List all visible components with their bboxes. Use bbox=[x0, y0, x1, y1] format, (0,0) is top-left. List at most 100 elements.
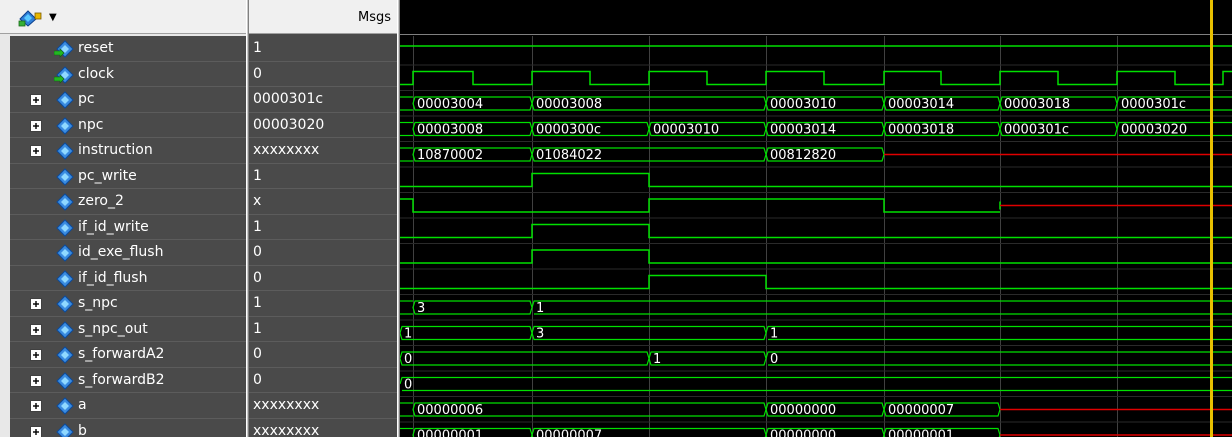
expand-icon[interactable] bbox=[30, 349, 42, 361]
signal-value-row: xxxxxxxx bbox=[249, 138, 397, 164]
signal-icon bbox=[56, 295, 74, 313]
bus-value-label: 00003020 bbox=[1121, 123, 1187, 138]
waveform-s-forwardA2[interactable]: 0 1 0 bbox=[400, 351, 1232, 372]
bus-value-label: 00000006 bbox=[417, 403, 483, 418]
signal-row-s-forwardA2[interactable]: s_forwardA2 bbox=[10, 342, 246, 368]
waveform-pane[interactable]: 00003004 00003008 00003010 00003014 00003018… bbox=[400, 0, 1232, 437]
signal-row-if-id-flush[interactable]: if_id_flush bbox=[10, 266, 246, 291]
signal-value: xxxxxxxx bbox=[253, 422, 320, 437]
waveform-pc[interactable]: 00003004 00003008 00003010 00003014 00003018… bbox=[400, 96, 1232, 117]
waveform-npc[interactable]: 00003008 0000300c 00003010 00003014 00003018… bbox=[400, 121, 1232, 142]
waveform-reset[interactable] bbox=[400, 45, 1232, 66]
waveform-id-exe-flush[interactable] bbox=[400, 249, 1232, 270]
signal-value: 0 bbox=[253, 371, 262, 388]
bus-value-label: 00003010 bbox=[653, 123, 719, 138]
bus-segment bbox=[400, 351, 650, 366]
signal-name: pc_write bbox=[78, 167, 137, 184]
signal-name: if_id_write bbox=[78, 218, 149, 235]
signal-value: 0 bbox=[253, 244, 262, 260]
signal-value: xxxxxxxx bbox=[253, 397, 320, 413]
expand-icon[interactable] bbox=[30, 374, 42, 387]
waveform-pc-write[interactable] bbox=[400, 172, 1232, 193]
bus-value-label: 1 bbox=[770, 327, 778, 342]
signal-value-row: 00003020 bbox=[249, 113, 397, 138]
signal-row-pc-write[interactable]: pc_write bbox=[10, 164, 246, 189]
expand-icon[interactable] bbox=[30, 425, 42, 437]
expand-icon[interactable] bbox=[30, 145, 42, 157]
signal-value: xxxxxxxx bbox=[253, 142, 320, 158]
bus-value-label: 0000300c bbox=[536, 123, 601, 138]
waveform-instruction[interactable]: 10870002 01084022 00812820 bbox=[400, 147, 1232, 168]
signal-name: pc bbox=[78, 91, 95, 107]
bus-value-label: 00003008 bbox=[536, 97, 602, 112]
signal-row-pc[interactable]: pc bbox=[10, 87, 246, 113]
names-gutter bbox=[0, 36, 10, 437]
bus-value-label: 00003018 bbox=[888, 123, 954, 138]
expand-icon[interactable] bbox=[30, 94, 42, 106]
signal-name: a bbox=[78, 397, 87, 413]
signal-row-zero-2[interactable]: zero_2 bbox=[10, 189, 246, 215]
bit-trace bbox=[400, 274, 1232, 290]
expand-icon[interactable] bbox=[30, 400, 42, 412]
signal-icon bbox=[56, 116, 74, 135]
clock-trace bbox=[400, 70, 1232, 86]
input-port-icon bbox=[54, 65, 74, 84]
signal-name: id_exe_flush bbox=[78, 244, 164, 260]
signal-row-s-npc[interactable]: s_npc bbox=[10, 291, 246, 317]
signal-name: s_npc_out bbox=[78, 320, 148, 337]
signal-row-s-npc-out[interactable]: s_npc_out bbox=[10, 317, 246, 342]
bus-segment bbox=[400, 325, 533, 341]
signal-row-a[interactable]: a bbox=[10, 393, 246, 419]
waveform-canvas[interactable]: 00003004 00003008 00003010 00003014 00003018… bbox=[400, 0, 1232, 437]
chevron-down-icon[interactable]: ▼ bbox=[49, 12, 57, 23]
signal-row-b[interactable]: b bbox=[10, 419, 246, 437]
waveform-if-id-flush[interactable] bbox=[400, 274, 1232, 295]
signal-row-clock[interactable]: clock bbox=[10, 62, 246, 87]
signal-icon bbox=[56, 167, 74, 186]
wave-group-icon[interactable] bbox=[18, 9, 42, 27]
signal-name: clock bbox=[78, 65, 114, 82]
signal-name-list: reset clock pc npc instruction pc_write zero_2… bbox=[0, 36, 246, 437]
signal-row-id-exe-flush[interactable]: id_exe_flush bbox=[10, 240, 246, 266]
waveform-a[interactable]: 00000006 00000000 00000007 bbox=[400, 402, 1232, 423]
signal-icon bbox=[56, 218, 74, 237]
signal-row-npc[interactable]: npc bbox=[10, 113, 246, 138]
waveform-s-npc-out[interactable]: 1 3 1 bbox=[400, 325, 1232, 346]
waveform-if-id-write[interactable] bbox=[400, 223, 1232, 244]
bus-value-label: 00003014 bbox=[888, 97, 954, 112]
bus-value-label: 0000301c bbox=[1121, 97, 1186, 112]
bus-segment bbox=[765, 325, 1232, 341]
waveform-s-forwardB2[interactable]: 0 bbox=[400, 376, 1232, 397]
bus-value-label: 0 bbox=[770, 352, 778, 367]
expand-icon[interactable] bbox=[30, 298, 42, 310]
time-cursor[interactable] bbox=[1210, 0, 1213, 437]
waveform-zero-2[interactable] bbox=[400, 198, 1232, 219]
signal-value: 0000301c bbox=[253, 91, 324, 107]
signal-value-row: 1 bbox=[249, 215, 397, 240]
waveform-s-npc[interactable]: 31 bbox=[400, 300, 1232, 321]
bus-value-label: 1 bbox=[653, 352, 661, 367]
signal-row-instruction[interactable]: instruction bbox=[10, 138, 246, 164]
signal-name: if_id_flush bbox=[78, 269, 148, 286]
waveform-b[interactable]: 00000001 00000007 00000000 00000001 bbox=[400, 427, 1232, 437]
signal-names-pane: ▼ reset clock pc npc instruction pc_writezero… bbox=[0, 0, 246, 437]
expand-icon[interactable] bbox=[30, 119, 42, 132]
signal-row-reset[interactable]: reset bbox=[10, 36, 246, 62]
signal-row-s-forwardB2[interactable]: s_forwardB2 bbox=[10, 368, 246, 393]
expand-icon[interactable] bbox=[30, 323, 42, 336]
bit-trace bbox=[400, 223, 1232, 239]
bus-value-label: 3 bbox=[417, 301, 425, 316]
signal-value: 0 bbox=[253, 269, 262, 286]
waveform-clock[interactable] bbox=[400, 70, 1232, 91]
wave-window: ▼ reset clock pc npc instruction pc_writezero… bbox=[0, 0, 1232, 437]
signal-icon bbox=[56, 269, 74, 288]
bus-value-label: 00812820 bbox=[770, 148, 836, 163]
signal-value-row: 1 bbox=[249, 291, 397, 317]
bit-trace bbox=[400, 249, 1232, 264]
signal-row-if-id-write[interactable]: if_id_write bbox=[10, 215, 246, 240]
signal-value-row: 0 bbox=[249, 240, 397, 266]
signal-value-row: xxxxxxxx bbox=[249, 419, 397, 437]
wave-header bbox=[400, 0, 1232, 34]
signal-value: 1 bbox=[253, 167, 262, 184]
bus-value-label: 10870002 bbox=[417, 148, 483, 163]
